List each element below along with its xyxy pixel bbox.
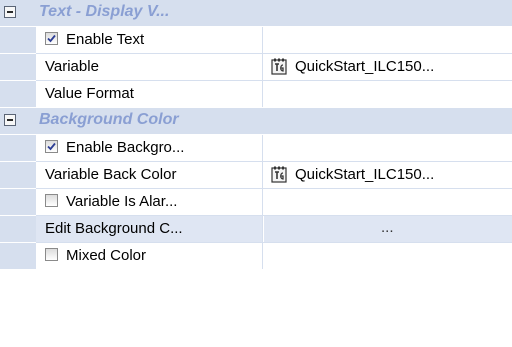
- collapse-icon[interactable]: [4, 6, 16, 18]
- mixed-color-checkbox[interactable]: [45, 248, 58, 261]
- variable-value: QuickStart_ILC150...: [295, 58, 435, 75]
- property-value[interactable]: [264, 81, 512, 107]
- property-label: Enable Text: [66, 31, 145, 48]
- property-value[interactable]: [264, 189, 512, 215]
- tag-variable-icon: [271, 58, 287, 75]
- property-label: Variable Back Color: [45, 166, 177, 183]
- category-text-display[interactable]: Text - Display V...: [0, 0, 512, 26]
- property-value[interactable]: ...: [264, 216, 512, 242]
- tag-variable-icon: [271, 166, 287, 183]
- category-title: Background Color: [39, 111, 179, 128]
- property-label: Variable: [45, 58, 99, 75]
- category-background-color[interactable]: Background Color: [0, 108, 512, 134]
- enable-background-checkbox[interactable]: [45, 140, 58, 153]
- checkmark-icon: [47, 142, 56, 151]
- ellipsis-button[interactable]: ...: [381, 219, 394, 236]
- property-row-variable-back-color[interactable]: Variable Back Color QuickStart_ILC150...: [0, 162, 512, 188]
- property-grid: Text - Display V... Enable Text Variable: [0, 0, 512, 347]
- property-value[interactable]: QuickStart_ILC150...: [264, 162, 512, 188]
- property-label: Value Format: [45, 85, 134, 102]
- variable-is-alarm-checkbox[interactable]: [45, 194, 58, 207]
- property-value[interactable]: QuickStart_ILC150...: [264, 54, 512, 80]
- property-row-edit-background[interactable]: Edit Background C... ...: [0, 216, 512, 242]
- property-label: Edit Background C...: [45, 220, 183, 237]
- enable-text-checkbox[interactable]: [45, 32, 58, 45]
- property-label: Mixed Color: [66, 247, 147, 264]
- property-row-variable-is-alarm[interactable]: Variable Is Alar...: [0, 189, 512, 215]
- category-title: Text - Display V...: [39, 3, 170, 20]
- checkmark-icon: [47, 34, 56, 43]
- property-row-enable-background[interactable]: Enable Backgro...: [0, 135, 512, 161]
- property-label: Variable Is Alar...: [66, 193, 178, 210]
- property-value[interactable]: [264, 135, 512, 161]
- property-row-variable[interactable]: Variable QuickStart_ILC150...: [0, 54, 512, 80]
- collapse-icon[interactable]: [4, 114, 16, 126]
- property-value[interactable]: [264, 27, 512, 53]
- property-label: Enable Backgro...: [66, 139, 185, 156]
- variable-back-color-value: QuickStart_ILC150...: [295, 166, 435, 183]
- property-row-value-format[interactable]: Value Format: [0, 81, 512, 107]
- property-row-enable-text[interactable]: Enable Text: [0, 27, 512, 53]
- property-row-mixed-color[interactable]: Mixed Color: [0, 243, 512, 269]
- property-value[interactable]: [264, 243, 512, 269]
